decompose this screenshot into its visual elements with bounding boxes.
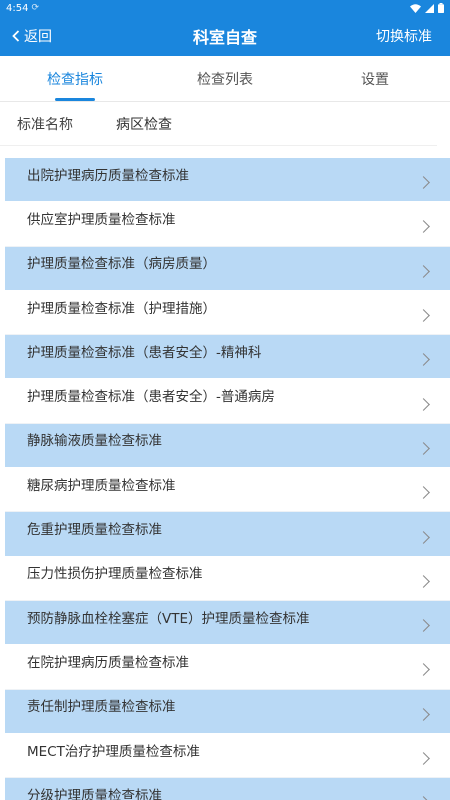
chevron-right-icon <box>417 707 430 721</box>
list-item[interactable]: MECT治疗护理质量检查标准 <box>5 734 450 779</box>
chevron-right-icon <box>417 530 430 544</box>
list-item-label: 在院护理病历质量检查标准 <box>27 654 189 671</box>
list-item[interactable]: 静脉输液质量检查标准 <box>5 423 450 469</box>
list-item-label: 供应室护理质量检查标准 <box>27 211 176 228</box>
chevron-right-icon <box>417 442 430 455</box>
chevron-left-icon <box>12 30 20 42</box>
standard-name-row[interactable]: 标准名称 病区检查 <box>0 102 437 146</box>
list-item[interactable]: 在院护理病历质量检查标准 <box>5 645 450 690</box>
chevron-right-icon <box>417 220 430 234</box>
standard-name-value: 病区检查 <box>116 116 172 133</box>
tab-check-list[interactable]: 检查列表 <box>150 56 300 101</box>
list-item[interactable]: 分级护理质量检查标准 <box>5 778 450 800</box>
chevron-right-icon <box>417 663 430 677</box>
list-item[interactable]: 护理质量检查标准（病房质量） <box>5 246 450 291</box>
chevron-right-icon <box>417 486 430 500</box>
back-label: 返回 <box>24 29 52 45</box>
sync-icon: ⟳ <box>31 3 40 13</box>
list-item-label: 护理质量检查标准（患者安全）-精神科 <box>27 344 262 361</box>
standard-name-label: 标准名称 <box>17 116 73 133</box>
chevron-right-icon <box>417 397 430 411</box>
list-item[interactable]: 责任制护理质量检查标准 <box>5 689 450 734</box>
chevron-right-icon <box>417 574 430 588</box>
back-button[interactable]: 返回 <box>12 16 52 56</box>
standards-list: 出院护理病历质量检查标准 供应室护理质量检查标准 护理质量检查标准（病房质量） … <box>0 158 450 800</box>
tab-label: 设置 <box>361 71 389 88</box>
list-item-label: 静脉输液质量检查标准 <box>27 433 162 450</box>
status-left: 4:54 ⟳ <box>6 3 39 14</box>
status-right <box>410 3 444 13</box>
list-item-label: 护理质量检查标准（患者安全）-普通病房 <box>27 389 275 406</box>
list-item[interactable]: 出院护理病历质量检查标准 <box>5 158 450 203</box>
status-time: 4:54 <box>6 2 29 14</box>
chevron-right-icon <box>417 309 430 322</box>
chevron-right-icon <box>417 264 430 278</box>
list-item[interactable]: 供应室护理质量检查标准 <box>5 202 450 247</box>
nav-bar: 返回 科室自查 切换标准 <box>0 16 450 56</box>
list-item-label: 糖尿病护理质量检查标准 <box>27 477 176 494</box>
list-item[interactable]: 预防静脉血栓栓塞症（VTE）护理质量检查标准 <box>5 600 450 646</box>
list-item-label: 护理质量检查标准（护理措施） <box>27 300 216 317</box>
tab-label: 检查列表 <box>197 71 253 88</box>
list-item[interactable]: 压力性损伤护理质量检查标准 <box>5 557 450 601</box>
list-item[interactable]: 糖尿病护理质量检查标准 <box>5 468 450 513</box>
battery-icon <box>438 3 444 13</box>
list-item[interactable]: 护理质量检查标准（护理措施） <box>5 291 450 336</box>
chevron-right-icon <box>417 752 430 765</box>
list-item[interactable]: 护理质量检查标准（患者安全）-普通病房 <box>5 379 450 424</box>
tab-check-indicators[interactable]: 检查指标 <box>0 56 150 101</box>
list-item[interactable]: 护理质量检查标准（患者安全）-精神科 <box>5 335 450 380</box>
list-item-label: 分级护理质量检查标准 <box>27 787 162 800</box>
signal-icon <box>425 3 434 13</box>
list-item-label: 危重护理质量检查标准 <box>27 522 162 539</box>
list-item-label: 出院护理病历质量检查标准 <box>27 167 189 184</box>
tab-label: 检查指标 <box>47 71 103 88</box>
list-item-label: 预防静脉血栓栓塞症（VTE）护理质量检查标准 <box>27 610 310 627</box>
chevron-right-icon <box>417 176 430 190</box>
list-item-label: 压力性损伤护理质量检查标准 <box>27 566 203 583</box>
tab-settings[interactable]: 设置 <box>300 56 450 101</box>
list-item-label: 护理质量检查标准（病房质量） <box>27 256 216 273</box>
tab-bar: 检查指标 检查列表 设置 <box>0 56 450 102</box>
chevron-right-icon <box>417 353 430 367</box>
chevron-right-icon <box>417 619 430 632</box>
switch-standard-button[interactable]: 切换标准 <box>376 16 432 56</box>
status-bar: 4:54 ⟳ <box>0 0 450 16</box>
list-item[interactable]: 危重护理质量检查标准 <box>5 512 450 557</box>
list-item-label: 责任制护理质量检查标准 <box>27 699 176 716</box>
chevron-right-icon <box>417 796 430 800</box>
list-item-label: MECT治疗护理质量检查标准 <box>27 743 200 760</box>
wifi-icon <box>410 3 421 13</box>
